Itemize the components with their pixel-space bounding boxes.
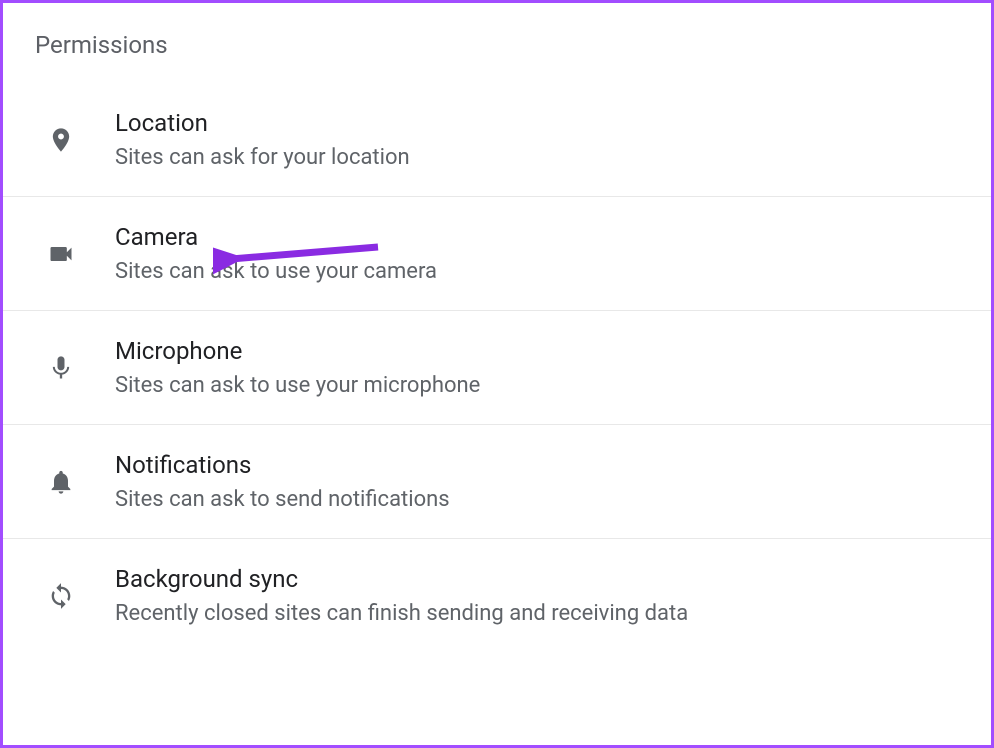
permission-row-notifications[interactable]: Notifications Sites can ask to send noti…: [3, 425, 991, 539]
permission-title: Microphone: [115, 337, 480, 365]
notifications-icon: [43, 464, 79, 500]
permission-title: Location: [115, 109, 410, 137]
permission-description: Sites can ask to send notifications: [115, 487, 450, 512]
permission-text: Notifications Sites can ask to send noti…: [115, 451, 450, 512]
permissions-panel: Permissions Location Sites can ask for y…: [0, 0, 994, 748]
microphone-icon: [43, 350, 79, 386]
section-title: Permissions: [3, 3, 991, 59]
permission-description: Recently closed sites can finish sending…: [115, 601, 688, 626]
permission-text: Microphone Sites can ask to use your mic…: [115, 337, 480, 398]
permission-row-location[interactable]: Location Sites can ask for your location: [3, 89, 991, 197]
location-icon: [43, 122, 79, 158]
permission-title: Background sync: [115, 565, 688, 593]
permission-title: Camera: [115, 223, 437, 251]
permission-row-camera[interactable]: Camera Sites can ask to use your camera: [3, 197, 991, 311]
permission-row-microphone[interactable]: Microphone Sites can ask to use your mic…: [3, 311, 991, 425]
permission-text: Location Sites can ask for your location: [115, 109, 410, 170]
permission-row-background-sync[interactable]: Background sync Recently closed sites ca…: [3, 539, 991, 652]
permission-text: Background sync Recently closed sites ca…: [115, 565, 688, 626]
permission-description: Sites can ask for your location: [115, 145, 410, 170]
permission-text: Camera Sites can ask to use your camera: [115, 223, 437, 284]
permission-description: Sites can ask to use your microphone: [115, 373, 480, 398]
sync-icon: [43, 578, 79, 614]
camera-icon: [43, 236, 79, 272]
permission-title: Notifications: [115, 451, 450, 479]
permission-list: Location Sites can ask for your location…: [3, 89, 991, 652]
permission-description: Sites can ask to use your camera: [115, 259, 437, 284]
